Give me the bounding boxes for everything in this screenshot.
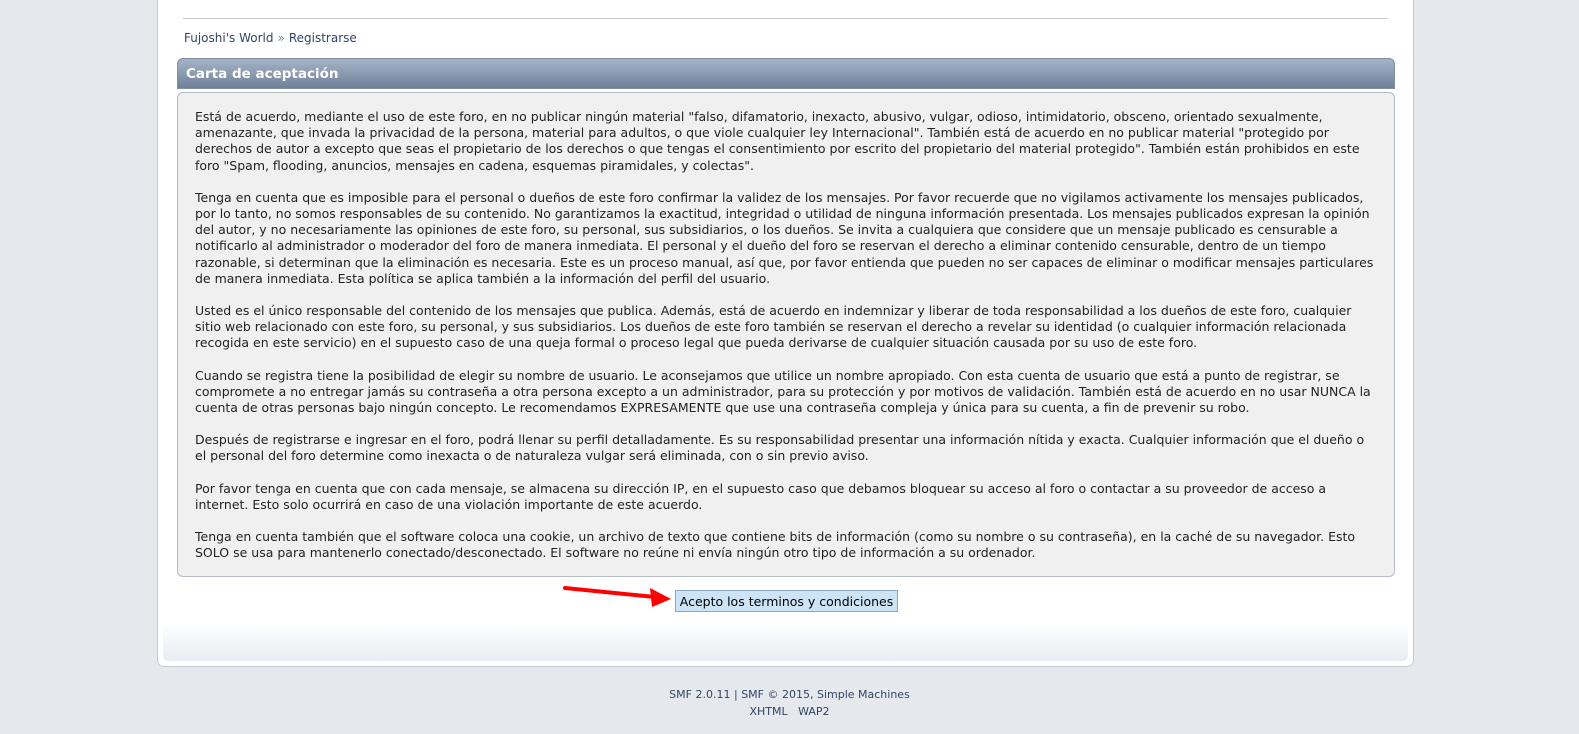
agreement-paragraph: Tenga en cuenta también que el software … [195,529,1356,561]
breadcrumb-home-link[interactable]: Fujoshi's World [184,31,273,45]
breadcrumb-separator: » [277,31,285,45]
agreement-box: Está de acuerdo, mediante el uso de este… [177,92,1395,577]
header-divider [183,18,1388,19]
agreement-paragraph: Después de registrarse e ingresar en el … [195,432,1365,464]
accept-terms-button[interactable]: Acepto los terminos y condiciones [675,590,898,612]
agreement-paragraph: Está de acuerdo, mediante el uso de este… [195,109,1360,173]
wap2-link[interactable]: WAP2 [798,705,829,718]
footer-divider: | [733,688,738,701]
agreement-paragraph: Por favor tenga en cuenta que con cada m… [195,480,1327,512]
agreement-header-bar: Carta de aceptación [177,58,1395,89]
breadcrumb-current[interactable]: Registrarse [289,31,357,45]
smf-version-link[interactable]: SMF 2.0.11 [669,688,730,701]
xhtml-link[interactable]: XHTML [749,705,787,718]
smf-copyright-link[interactable]: SMF © 2015, Simple Machines [741,688,910,701]
agreement-paragraph: Tenga en cuenta que es imposible para el… [195,189,1374,286]
agreement-title: Carta de aceptación [186,66,339,82]
agreement-paragraph: Cuando se registra tiene la posibilidad … [195,367,1371,416]
content-footer-area [163,621,1408,661]
agreement-paragraph: Usted es el único responsable del conten… [195,303,1352,351]
breadcrumb: Fujoshi's World » Registrarse [184,31,357,45]
footer: SMF 2.0.11 | SMF © 2015, Simple Machines… [0,686,1579,720]
red-arrow-icon [563,586,671,607]
